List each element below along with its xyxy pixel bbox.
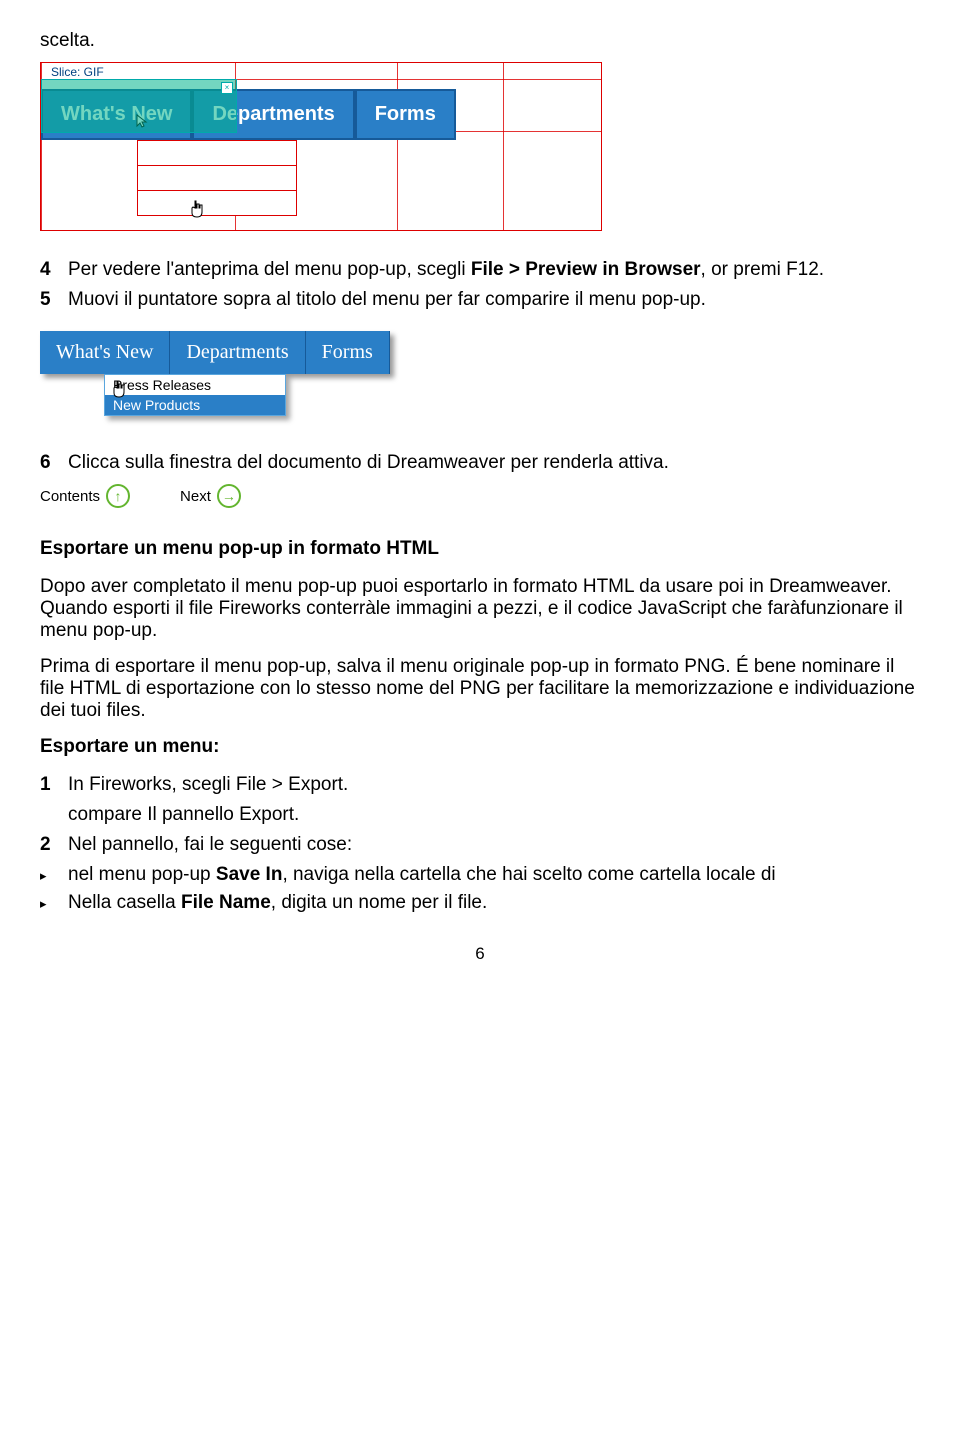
- step-number: 6: [40, 452, 68, 474]
- nav-bar: What's New Departments Forms: [40, 331, 390, 374]
- popup-item-press-releases[interactable]: Press Releases: [105, 375, 285, 395]
- section-heading: Esportare un menu pop-up in formato HTML: [40, 538, 920, 560]
- slice-overlay: ×: [41, 79, 237, 133]
- submenu-placeholder: [137, 140, 297, 216]
- bullet-icon: ▸: [40, 864, 68, 886]
- figure-nav-popup: What's New Departments Forms Press Relea…: [40, 331, 390, 416]
- step-4: 4 Per vedere l'anteprima del menu pop-up…: [40, 259, 920, 281]
- step-text: Muovi il puntatore sopra al titolo del m…: [68, 289, 920, 311]
- step-text: Clicca sulla finestra del documento di D…: [68, 452, 920, 474]
- popup-item-new-products[interactable]: New Products: [105, 395, 285, 415]
- arrow-up-icon: ↑: [106, 484, 130, 508]
- hand-cursor-icon: [188, 199, 206, 225]
- slice-handle: ×: [221, 82, 233, 94]
- link-label: Contents: [40, 488, 100, 505]
- step-6: 6 Clicca sulla finestra del documento di…: [40, 452, 920, 474]
- figure-slice-nav: Slice: GIF × What's New Departments Form…: [40, 62, 602, 231]
- nav-tab-whatsnew[interactable]: What's New: [40, 331, 170, 374]
- bullet-item: ▸ nel menu pop-up Save In, naviga nella …: [40, 864, 920, 886]
- bullet-text: Nella casella File Name, digita un nome …: [68, 892, 920, 914]
- popup-menu: Press Releases New Products: [104, 374, 286, 416]
- slice-label: Slice: GIF: [51, 65, 104, 79]
- step-number: 1: [40, 774, 68, 826]
- step-text: Per vedere l'anteprima del menu pop-up, …: [68, 259, 920, 281]
- bullet-icon: ▸: [40, 892, 68, 914]
- step-text: In Fireworks, scegli File > Export. comp…: [68, 774, 920, 826]
- step-number: 5: [40, 289, 68, 311]
- step-1: 1 In Fireworks, scegli File > Export. co…: [40, 774, 920, 826]
- arrow-right-icon: →: [217, 484, 241, 508]
- hand-cursor-icon: [110, 379, 128, 405]
- step-number: 4: [40, 259, 68, 281]
- nav-tab-departments[interactable]: Departments: [170, 331, 305, 374]
- next-link[interactable]: Next →: [180, 484, 241, 508]
- nav-tab-forms[interactable]: Forms: [355, 89, 456, 140]
- fragment-top: scelta.: [40, 30, 920, 52]
- page-nav-links: Contents ↑ Next →: [40, 484, 920, 508]
- step-number: 2: [40, 834, 68, 856]
- paragraph: Dopo aver completato il menu pop-up puoi…: [40, 576, 920, 642]
- step-5: 5 Muovi il puntatore sopra al titolo del…: [40, 289, 920, 311]
- bullet-item: ▸ Nella casella File Name, digita un nom…: [40, 892, 920, 914]
- sub-heading: Esportare un menu:: [40, 736, 920, 758]
- bullet-text: nel menu pop-up Save In, naviga nella ca…: [68, 864, 920, 886]
- step-2: 2 Nel pannello, fai le seguenti cose:: [40, 834, 920, 856]
- nav-tab-forms[interactable]: Forms: [306, 331, 390, 374]
- page-number: 6: [40, 944, 920, 964]
- contents-link[interactable]: Contents ↑: [40, 484, 130, 508]
- link-label: Next: [180, 488, 211, 505]
- paragraph: Prima di esportare il menu pop-up, salva…: [40, 656, 920, 722]
- step-text: Nel pannello, fai le seguenti cose:: [68, 834, 920, 856]
